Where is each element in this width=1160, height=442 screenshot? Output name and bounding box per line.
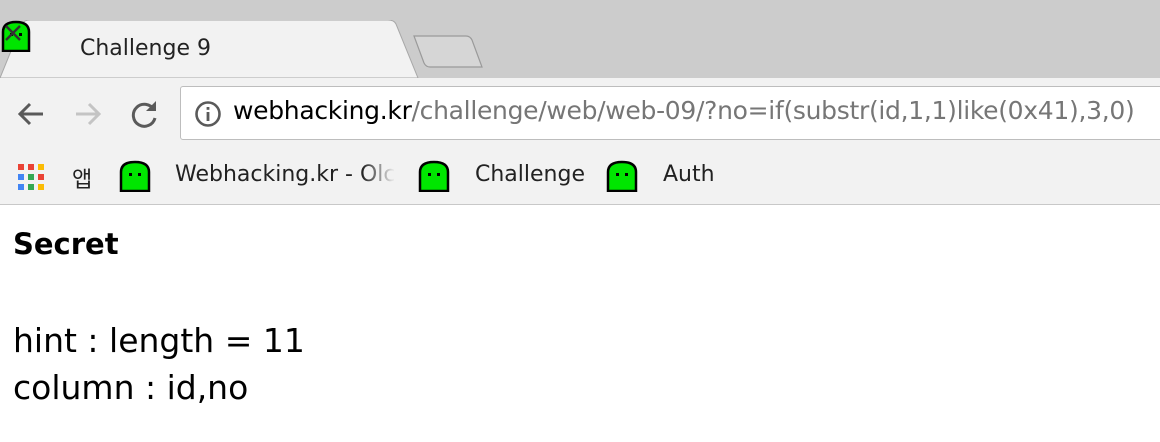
info-icon[interactable]	[193, 99, 223, 129]
tab-title: Challenge 9	[80, 36, 211, 61]
green-ghost-icon	[119, 160, 151, 192]
bookmark-auth[interactable]: Auth	[605, 150, 725, 204]
url-text[interactable]: webhacking.kr/challenge/web/web-09/?no=i…	[233, 96, 1135, 125]
new-tab-button[interactable]	[412, 34, 484, 70]
forward-arrow-icon[interactable]	[70, 96, 106, 132]
bookmark-label: Auth	[663, 162, 715, 187]
close-icon[interactable]	[0, 20, 26, 46]
column-text: column : id,no	[13, 368, 249, 407]
bookmark-label: Challenge	[475, 162, 585, 187]
active-tab[interactable]: Challenge 9	[0, 20, 420, 78]
reload-icon[interactable]	[126, 96, 162, 132]
address-bar[interactable]: webhacking.kr/challenge/web/web-09/?no=i…	[180, 86, 1160, 140]
page-heading: Secret	[13, 227, 119, 261]
page-content: Secret hint : length = 11 column : id,no	[0, 205, 1160, 442]
back-arrow-icon[interactable]	[13, 96, 49, 132]
bookmark-apps[interactable]: 앱	[16, 150, 106, 204]
toolbar: webhacking.kr/challenge/web/web-09/?no=i…	[0, 78, 1160, 150]
bookmark-label: 앱	[72, 168, 93, 193]
apps-grid-icon	[18, 164, 44, 190]
bookmark-challenge[interactable]: Challenge	[417, 150, 592, 204]
green-ghost-icon	[606, 160, 638, 192]
bookmarks-bar: 앱 Webhacking.kr - Olc Challenge Auth	[0, 150, 1160, 205]
url-path: /challenge/web/web-09/?no=if(substr(id,1…	[411, 96, 1135, 125]
url-host: webhacking.kr	[233, 96, 412, 125]
bookmark-label: Webhacking.kr - Olc	[175, 162, 395, 187]
tab-strip: Challenge 9	[0, 0, 1160, 78]
green-ghost-icon	[418, 160, 450, 192]
hint-text: hint : length = 11	[13, 321, 305, 360]
bookmark-webhacking[interactable]: Webhacking.kr - Olc	[118, 150, 396, 204]
